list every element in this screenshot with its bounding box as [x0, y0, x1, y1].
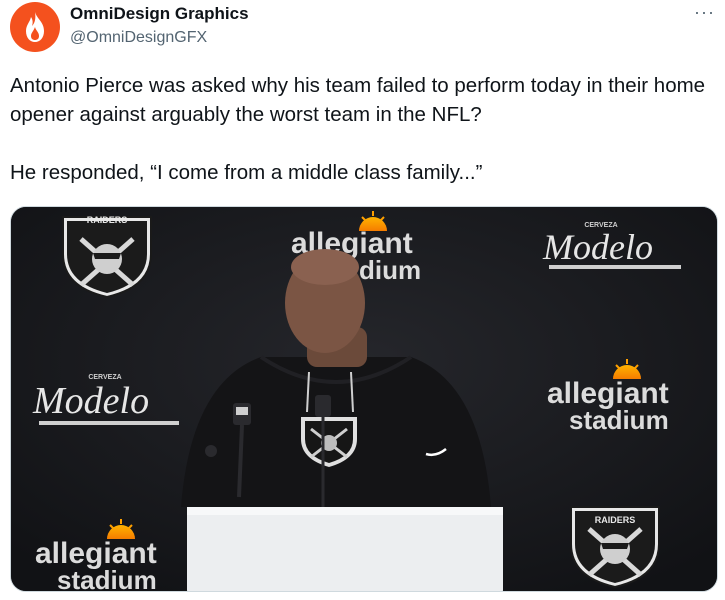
stadium-partial-wordmark: dium [359, 255, 421, 285]
more-icon[interactable]: ··· [694, 2, 715, 23]
podium [187, 507, 503, 591]
tweet-paragraph: He responded, “I come from a middle clas… [10, 161, 483, 184]
press-conference-image: RAIDERS allegiant dium CERVEZA Modelo CE… [11, 207, 717, 592]
modelo-wordmark: Modelo [32, 380, 149, 422]
raiders-label: RAIDERS [87, 215, 128, 225]
stadium-wordmark: stadium [57, 565, 157, 592]
tweet-paragraph: Antonio Pierce was asked why his team fa… [10, 74, 706, 126]
flame-icon [26, 12, 44, 42]
author-handle[interactable]: @OmniDesignGFX [70, 29, 207, 47]
modelo-wordmark: Modelo [542, 227, 653, 267]
avatar[interactable] [10, 2, 60, 52]
author-name[interactable]: OmniDesign Graphics [70, 4, 249, 24]
stadium-wordmark: stadium [569, 405, 669, 435]
tweet-video[interactable]: RAIDERS allegiant dium CERVEZA Modelo CE… [10, 206, 718, 592]
raiders-label: RAIDERS [595, 515, 636, 525]
tweet-text: Antonio Pierce was asked why his team fa… [10, 71, 710, 187]
